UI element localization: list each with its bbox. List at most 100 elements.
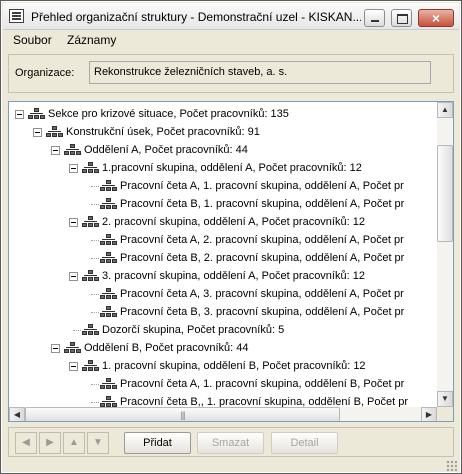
tree-node-label: Dozorčí skupina, Počet pracovníků: 5 <box>102 324 285 336</box>
tree-node[interactable]: 1.pracovní skupina, oddělení A, Počet pr… <box>9 159 437 177</box>
tree-node[interactable]: Pracovní četa A, 2. pracovní skupina, od… <box>9 231 437 249</box>
tree-node[interactable]: Pracovní četa B, 2. pracovní skupina, od… <box>9 249 437 267</box>
collapse-toggle-icon[interactable] <box>69 362 78 371</box>
scroll-right-button[interactable]: ▶ <box>421 407 437 421</box>
tree-node[interactable]: Pracovní četa B, 3. pracovní skupina, od… <box>9 303 437 321</box>
org-unit-icon <box>82 270 99 283</box>
org-unit-icon <box>64 342 81 355</box>
detail-button[interactable]: Detail <box>271 432 338 454</box>
scroll-left-button[interactable]: ◀ <box>9 407 25 421</box>
arrow-left-icon: ◀ <box>22 437 30 448</box>
collapse-toggle-icon[interactable] <box>51 146 60 155</box>
tree-connector <box>91 294 99 295</box>
window-title: Přehled organizační struktury - Demonstr… <box>31 10 361 24</box>
org-unit-icon <box>82 360 99 373</box>
collapse-toggle-icon[interactable] <box>69 218 78 227</box>
scroll-down-icon: ▼ <box>441 394 449 403</box>
window-app-icon[interactable] <box>9 9 24 23</box>
vertical-scroll-thumb[interactable] <box>437 145 453 242</box>
tree-node[interactable]: Oddělení A, Počet pracovníků: 44 <box>9 141 437 159</box>
maximize-button[interactable] <box>391 9 412 27</box>
title-bar[interactable]: Přehled organizační struktury - Demonstr… <box>3 3 459 30</box>
org-structure-tree[interactable]: Sekce pro krizové situace, Počet pracovn… <box>8 101 454 422</box>
horizontal-scrollbar[interactable]: ◀ ||| ▶ <box>9 407 437 421</box>
tree-node[interactable]: 2. pracovní skupina, oddělení A, Počet p… <box>9 213 437 231</box>
tree-node[interactable]: Pracovní četa A, 3. pracovní skupina, od… <box>9 285 437 303</box>
tree-node-label: Pracovní četa B,, 1. pracovní skupina, o… <box>120 396 408 407</box>
org-unit-icon <box>100 180 117 193</box>
tree-connector <box>91 204 99 205</box>
close-button[interactable]: × <box>418 9 454 27</box>
tree-connector <box>91 258 99 259</box>
close-icon: × <box>431 10 441 26</box>
menu-soubor[interactable]: Soubor <box>9 33 56 47</box>
tree-connector <box>91 384 99 385</box>
tree-node[interactable]: 3. pracovní skupina, oddělení A, Počet p… <box>9 267 437 285</box>
resize-grip-icon[interactable] <box>446 460 457 471</box>
record-toolbar: ◀ ▶ ▲ ▼ Přidat Smazat Detail <box>8 427 454 457</box>
collapse-toggle-icon[interactable] <box>69 272 78 281</box>
scroll-down-button[interactable]: ▼ <box>437 391 453 407</box>
tree-node-label: Pracovní četa B, 1. pracovní skupina, od… <box>120 198 405 210</box>
tree-connector <box>91 402 99 403</box>
collapse-toggle-icon[interactable] <box>51 344 60 353</box>
tree-node-label: 2. pracovní skupina, oddělení A, Počet p… <box>102 216 365 228</box>
organization-panel: Organizace: Rekonstrukce železničních st… <box>8 54 454 93</box>
collapse-toggle-icon[interactable] <box>33 128 42 137</box>
tree-node[interactable]: Pracovní četa B, 1. pracovní skupina, od… <box>9 195 437 213</box>
tree-node-label: Pracovní četa A, 3. pracovní skupina, od… <box>120 288 404 300</box>
scroll-grip-icon: ||| <box>180 410 185 420</box>
arrow-down-icon: ▼ <box>93 437 103 448</box>
minimize-button[interactable] <box>364 9 385 27</box>
tree-node[interactable]: Pracovní četa A, 1. pracovní skupina, od… <box>9 375 437 393</box>
tree-node-label: Pracovní četa A, 2. pracovní skupina, od… <box>120 234 404 246</box>
tree-node[interactable]: Oddělení B, Počet pracovníků: 44 <box>9 339 437 357</box>
scroll-up-icon: ▲ <box>441 105 449 114</box>
horizontal-scroll-thumb[interactable]: ||| <box>25 407 340 421</box>
tree-content: Sekce pro krizové situace, Počet pracovn… <box>9 102 437 407</box>
tree-node-label: 1.pracovní skupina, oddělení A, Počet pr… <box>102 162 362 174</box>
org-unit-icon <box>100 306 117 319</box>
org-unit-icon <box>100 198 117 211</box>
nav-up-button[interactable]: ▲ <box>63 432 85 454</box>
organization-label: Organizace: <box>15 67 75 79</box>
org-unit-icon <box>82 216 99 229</box>
tree-connector <box>73 330 81 331</box>
org-unit-icon <box>100 288 117 301</box>
tree-connector <box>91 240 99 241</box>
tree-node[interactable]: 1. pracovní skupina, oddělení B, Počet p… <box>9 357 437 375</box>
nav-first-button[interactable]: ◀ <box>15 432 37 454</box>
scroll-up-button[interactable]: ▲ <box>437 102 453 118</box>
org-unit-icon <box>28 108 45 121</box>
org-unit-icon <box>46 126 63 139</box>
org-unit-icon <box>82 162 99 175</box>
tree-node-label: Sekce pro krizové situace, Počet pracovn… <box>48 108 289 120</box>
tree-node[interactable]: Pracovní četa B,, 1. pracovní skupina, o… <box>9 393 437 407</box>
tree-node[interactable]: Pracovní četa A, 1. pracovní skupina, od… <box>9 177 437 195</box>
nav-down-button[interactable]: ▼ <box>87 432 109 454</box>
organization-field: Rekonstrukce železničních staveb, a. s. <box>89 61 431 84</box>
status-bar <box>3 460 459 472</box>
collapse-toggle-icon[interactable] <box>15 110 24 119</box>
arrow-up-icon: ▲ <box>69 437 79 448</box>
tree-node[interactable]: Konstrukční úsek, Počet pracovníků: 91 <box>9 123 437 141</box>
add-button[interactable]: Přidat <box>124 432 191 454</box>
delete-button[interactable]: Smazat <box>197 432 264 454</box>
tree-node-label: Pracovní četa B, 3. pracovní skupina, od… <box>120 306 405 318</box>
vertical-scrollbar[interactable]: ▲ ▼ <box>437 102 453 407</box>
tree-connector <box>91 312 99 313</box>
org-unit-icon <box>82 324 99 337</box>
application-window: Přehled organizační struktury - Demonstr… <box>0 0 462 474</box>
org-unit-icon <box>100 234 117 247</box>
tree-node[interactable]: Sekce pro krizové situace, Počet pracovn… <box>9 105 437 123</box>
tree-node-label: 3. pracovní skupina, oddělení A, Počet p… <box>102 270 365 282</box>
tree-node-label: Oddělení B, Počet pracovníků: 44 <box>84 342 249 354</box>
tree-node-label: Pracovní četa B, 2. pracovní skupina, od… <box>120 252 405 264</box>
nav-next-button[interactable]: ▶ <box>39 432 61 454</box>
tree-node[interactable]: Dozorčí skupina, Počet pracovníků: 5 <box>9 321 437 339</box>
menu-zaznamy[interactable]: Záznamy <box>63 33 120 47</box>
scroll-right-icon: ▶ <box>425 410 433 419</box>
menu-bar: Soubor Záznamy <box>3 31 459 49</box>
collapse-toggle-icon[interactable] <box>69 164 78 173</box>
tree-node-label: 1. pracovní skupina, oddělení B, Počet p… <box>102 360 366 372</box>
